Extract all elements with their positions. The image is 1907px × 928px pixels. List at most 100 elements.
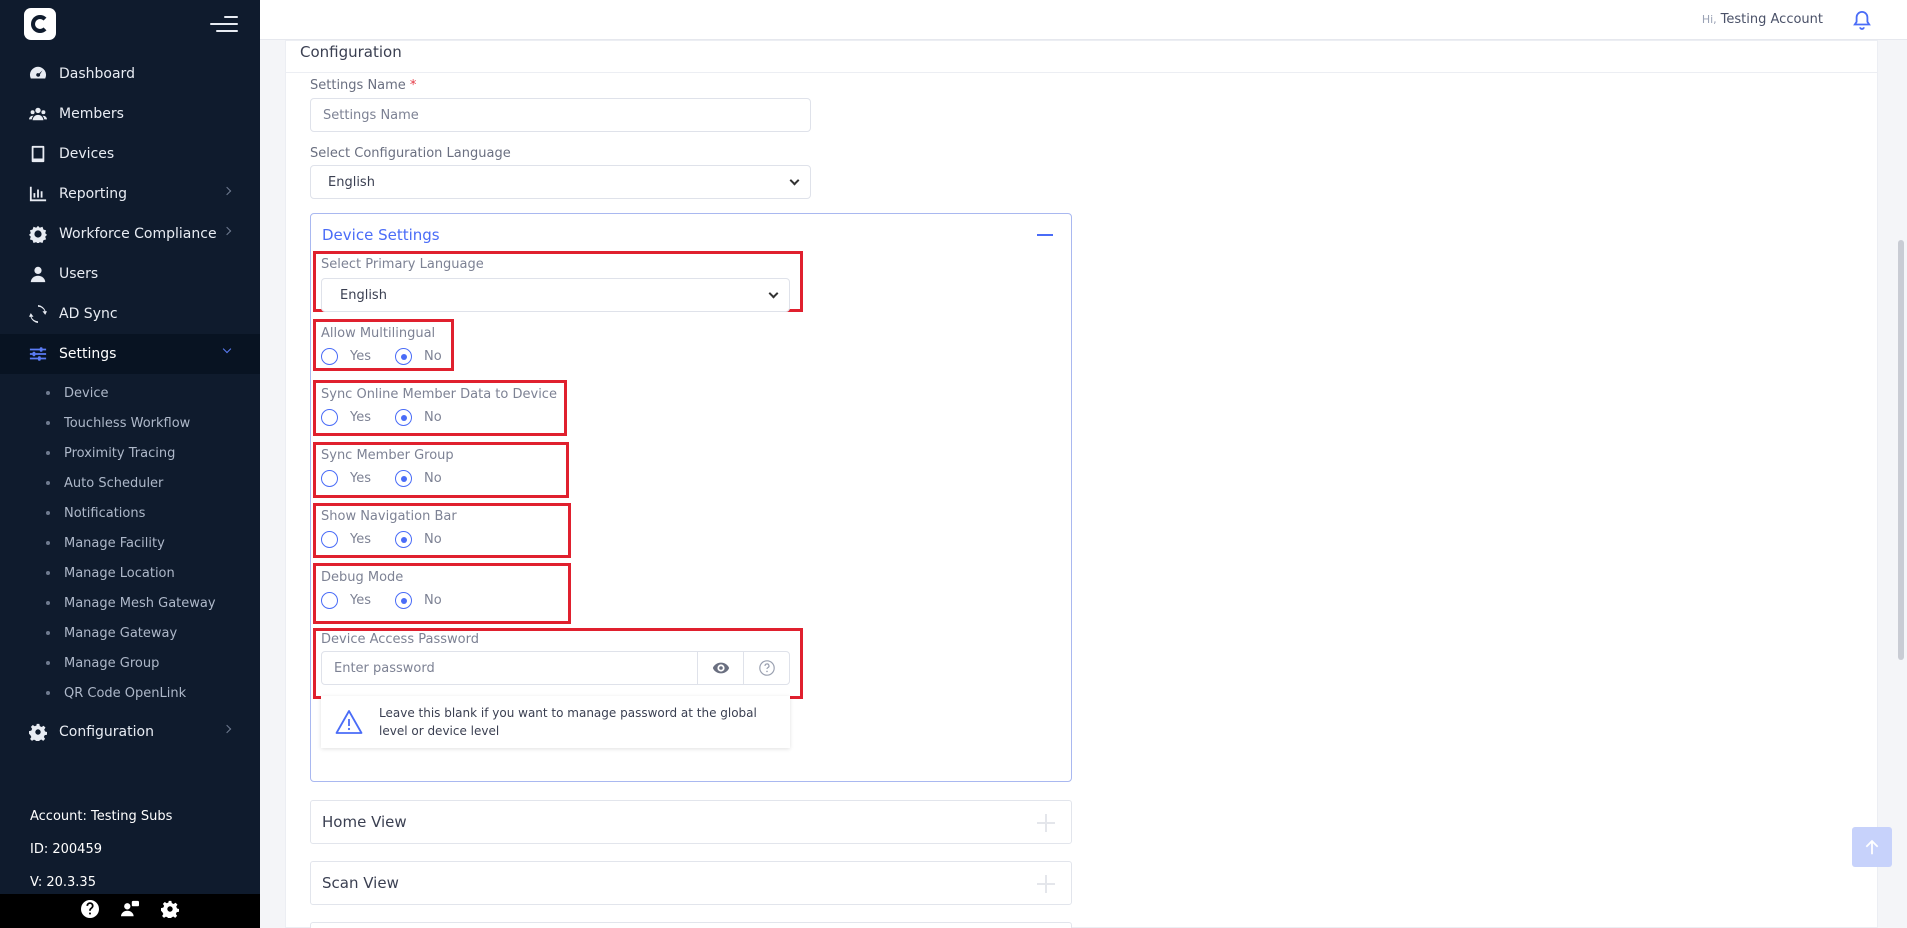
sidebar-item-configuration[interactable]: Configuration <box>0 712 260 752</box>
sidebar-item-label: Settings <box>59 346 117 362</box>
chevron-down-icon <box>789 175 800 186</box>
scroll-to-top-button[interactable] <box>1852 827 1892 867</box>
sub-item-manage-group[interactable]: Manage Group <box>0 648 260 678</box>
required-mark: * <box>409 78 417 93</box>
sidebar-item-ad-sync[interactable]: AD Sync <box>0 294 260 334</box>
radio-no[interactable] <box>395 348 412 365</box>
primary-language-label: Select Primary Language <box>321 257 484 272</box>
eye-icon[interactable] <box>697 652 743 684</box>
sync-member-group-radios: Yes No <box>321 470 442 487</box>
sub-item-proximity-tracing[interactable]: Proximity Tracing <box>0 438 260 468</box>
radio-no[interactable] <box>395 531 412 548</box>
sub-item-notifications[interactable]: Notifications <box>0 498 260 528</box>
support-agent-icon[interactable] <box>121 900 139 922</box>
allow-multilingual-radios: Yes No <box>321 348 442 365</box>
settings-name-label: Settings Name * <box>310 78 417 93</box>
section-scan-view[interactable]: Scan View <box>310 861 1072 905</box>
sidebar-item-label: Users <box>59 266 99 282</box>
radio-no[interactable] <box>395 470 412 487</box>
sidebar-item-devices[interactable]: Devices <box>0 134 260 174</box>
page-title: Configuration <box>300 43 402 61</box>
radio-yes[interactable] <box>321 531 338 548</box>
sidebar-item-label: Reporting <box>59 186 128 202</box>
user-name: Testing Account <box>1720 12 1823 27</box>
debug-mode-radios: Yes No <box>321 592 442 609</box>
sidebar-item-label: Configuration <box>59 724 154 740</box>
sidebar-item-members[interactable]: Members <box>0 94 260 134</box>
radio-no[interactable] <box>395 592 412 609</box>
app-logo[interactable] <box>24 8 56 40</box>
radio-label: Yes <box>350 593 371 608</box>
sub-item-manage-gateway[interactable]: Manage Gateway <box>0 618 260 648</box>
radio-yes[interactable] <box>321 348 338 365</box>
sub-item-manage-location[interactable]: Manage Location <box>0 558 260 588</box>
account-info: Account: Testing Subs ID: 200459 V: 20.3… <box>30 800 172 899</box>
sidebar-item-reporting[interactable]: Reporting <box>0 174 260 214</box>
greeting-prefix: Hi, <box>1701 13 1717 26</box>
sidebar: Dashboard Members Devices Reporting Work… <box>0 0 260 928</box>
chevron-right-icon <box>222 226 232 236</box>
config-language-select[interactable]: English <box>310 165 811 199</box>
radio-yes[interactable] <box>321 470 338 487</box>
radio-label: No <box>424 532 442 547</box>
bar-chart-icon <box>29 185 47 203</box>
radio-label: No <box>424 410 442 425</box>
sub-item-auto-scheduler[interactable]: Auto Scheduler <box>0 468 260 498</box>
sidebar-item-users[interactable]: Users <box>0 254 260 294</box>
sync-member-data-label: Sync Online Member Data to Device <box>321 387 557 402</box>
warning-icon <box>335 710 363 734</box>
sidebar-item-workforce-compliance[interactable]: Workforce Compliance <box>0 214 260 254</box>
sub-item-device[interactable]: Device <box>0 378 260 408</box>
sidebar-item-settings[interactable]: Settings <box>0 334 260 374</box>
sub-item-manage-facility[interactable]: Manage Facility <box>0 528 260 558</box>
radio-yes[interactable] <box>321 409 338 426</box>
hint-text: Leave this blank if you want to manage p… <box>379 706 757 738</box>
user-icon <box>29 265 47 283</box>
password-input[interactable]: Enter password <box>322 652 697 684</box>
tablet-icon <box>29 145 47 163</box>
user-greeting[interactable]: Hi, Testing Account <box>1702 12 1823 27</box>
section-title: Home View <box>322 813 407 831</box>
collapse-icon[interactable] <box>1037 234 1053 236</box>
sidebar-item-label: Members <box>59 106 124 122</box>
password-field-group: Enter password <box>321 651 790 685</box>
users-icon <box>29 105 47 123</box>
allow-multilingual-label: Allow Multilingual <box>321 326 436 341</box>
panel-title[interactable]: Device Settings <box>322 226 440 244</box>
settings-name-input[interactable]: Settings Name <box>310 98 811 132</box>
sidebar-item-label: AD Sync <box>59 306 118 322</box>
gear-icon <box>29 723 47 741</box>
show-navigation-bar-label: Show Navigation Bar <box>321 509 457 524</box>
section-title: Scan View <box>322 874 399 892</box>
sync-member-data-radios: Yes No <box>321 409 442 426</box>
bell-icon[interactable] <box>1853 10 1871 30</box>
radio-label: Yes <box>350 349 371 364</box>
radio-no[interactable] <box>395 409 412 426</box>
settings-gear-icon[interactable] <box>161 900 179 922</box>
divider <box>286 72 1877 73</box>
radio-yes[interactable] <box>321 592 338 609</box>
section-home-view[interactable]: Home View <box>310 800 1072 844</box>
radio-label: Yes <box>350 471 371 486</box>
section-next[interactable] <box>310 922 1072 928</box>
expand-icon[interactable] <box>1037 875 1055 893</box>
help-circle-icon[interactable] <box>743 652 789 684</box>
primary-language-select[interactable]: English <box>321 278 790 312</box>
config-language-label: Select Configuration Language <box>310 146 511 161</box>
sidebar-item-label: Workforce Compliance <box>59 226 217 242</box>
sidebar-item-dashboard[interactable]: Dashboard <box>0 54 260 94</box>
menu-toggle-icon[interactable] <box>210 14 238 34</box>
radio-label: Yes <box>350 532 371 547</box>
expand-icon[interactable] <box>1037 814 1055 832</box>
radio-label: Yes <box>350 410 371 425</box>
gear-shield-icon <box>29 225 47 243</box>
sub-item-touchless-workflow[interactable]: Touchless Workflow <box>0 408 260 438</box>
arrow-up-icon <box>1865 839 1879 855</box>
sub-item-manage-mesh-gateway[interactable]: Manage Mesh Gateway <box>0 588 260 618</box>
help-icon[interactable] <box>81 900 99 922</box>
top-bar: Hi, Testing Account <box>260 0 1907 40</box>
scrollbar[interactable] <box>1898 240 1904 660</box>
sidebar-header <box>0 0 260 48</box>
sub-item-qr-code-openlink[interactable]: QR Code OpenLink <box>0 678 260 708</box>
account-name: Account: Testing Subs <box>30 809 173 824</box>
